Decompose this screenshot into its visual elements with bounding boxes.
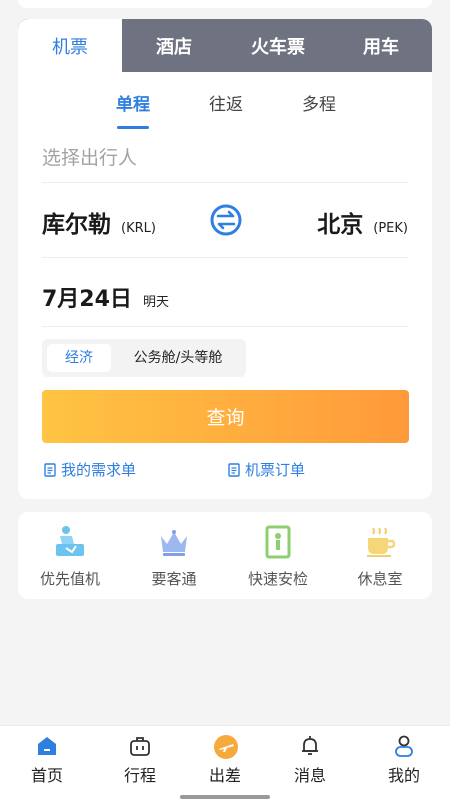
divider bbox=[42, 257, 408, 258]
tab-flight[interactable]: 机票 bbox=[18, 19, 122, 72]
my-requests-label: 我的需求单 bbox=[61, 461, 137, 479]
my-requests-link[interactable]: 我的需求单 bbox=[44, 459, 136, 480]
crown-icon bbox=[156, 524, 192, 560]
service-lounge[interactable]: 休息室 bbox=[335, 524, 425, 589]
nav-home[interactable]: 首页 bbox=[12, 734, 82, 786]
cabin-business-first[interactable]: 公务舱/头等舱 bbox=[118, 344, 238, 372]
tab-hotel[interactable]: 酒店 bbox=[122, 19, 226, 72]
nav-label: 行程 bbox=[123, 766, 156, 785]
home-indicator bbox=[180, 795, 270, 799]
tab-multi-city[interactable]: 多程 bbox=[289, 90, 349, 115]
arrival-city[interactable]: 北京 (PEK) bbox=[317, 205, 408, 239]
airport-services-card: 优先值机 要客通 快速安检 休息室 bbox=[18, 512, 432, 599]
suitcase-icon bbox=[128, 734, 152, 758]
nav-label: 消息 bbox=[293, 766, 326, 785]
document-icon bbox=[228, 462, 240, 477]
swap-cities-icon[interactable] bbox=[209, 203, 243, 237]
flight-orders-link[interactable]: 机票订单 bbox=[228, 459, 305, 480]
cabin-economy[interactable]: 经济 bbox=[47, 344, 111, 372]
nav-profile[interactable]: 我的 bbox=[369, 734, 439, 786]
passenger-selector[interactable]: 选择出行人 bbox=[42, 143, 137, 170]
service-label: 休息室 bbox=[357, 570, 403, 588]
cabin-class-toggle: 经济 公务舱/头等舱 bbox=[42, 339, 246, 377]
date-relative: 明天 bbox=[143, 295, 170, 310]
airplane-icon bbox=[213, 734, 238, 759]
bottom-navigation: 首页 行程 出差 消息 我的 bbox=[0, 725, 450, 800]
service-vip[interactable]: 要客通 bbox=[129, 524, 219, 589]
nav-label: 我的 bbox=[387, 766, 420, 785]
flight-orders-label: 机票订单 bbox=[245, 461, 306, 479]
coffee-cup-icon bbox=[362, 524, 398, 560]
nav-label: 首页 bbox=[30, 766, 63, 785]
tab-one-way[interactable]: 单程 bbox=[103, 90, 163, 115]
tab-round-trip[interactable]: 往返 bbox=[196, 90, 256, 115]
user-icon bbox=[392, 734, 416, 758]
security-gate-icon bbox=[260, 524, 296, 560]
home-icon bbox=[35, 734, 59, 758]
nav-messages[interactable]: 消息 bbox=[275, 734, 345, 786]
tab-car[interactable]: 用车 bbox=[330, 19, 432, 72]
departure-city[interactable]: 库尔勒 (KRL) bbox=[42, 205, 156, 239]
nav-label: 出差 bbox=[208, 766, 241, 785]
tab-train[interactable]: 火车票 bbox=[226, 19, 330, 72]
departure-date[interactable]: 7月24日 明天 bbox=[42, 281, 169, 313]
nav-trips[interactable]: 行程 bbox=[105, 734, 175, 786]
checkin-counter-icon bbox=[52, 524, 88, 560]
service-fast-security[interactable]: 快速安检 bbox=[233, 524, 323, 589]
arrival-city-code: (PEK) bbox=[373, 221, 408, 236]
active-tab-indicator bbox=[117, 126, 149, 129]
service-label: 要客通 bbox=[151, 570, 197, 588]
departure-city-code: (KRL) bbox=[121, 221, 156, 236]
nav-business-travel[interactable]: 出差 bbox=[190, 734, 260, 786]
document-icon bbox=[44, 462, 56, 477]
service-priority-checkin[interactable]: 优先值机 bbox=[25, 524, 115, 589]
flight-booking-card: 机票 酒店 火车票 用车 单程 往返 多程 选择出行人 库尔勒 (KRL) 北京… bbox=[18, 19, 432, 499]
divider bbox=[42, 326, 408, 327]
divider bbox=[42, 182, 408, 183]
arrival-city-name: 北京 bbox=[317, 212, 364, 238]
search-button[interactable]: 查询 bbox=[42, 390, 409, 443]
service-tab-bar: 机票 酒店 火车票 用车 bbox=[18, 19, 432, 72]
service-label: 优先值机 bbox=[39, 570, 100, 588]
top-card-edge bbox=[18, 0, 432, 8]
bell-icon bbox=[298, 734, 322, 758]
service-label: 快速安检 bbox=[247, 570, 308, 588]
date-value: 7月24日 bbox=[42, 287, 132, 312]
departure-city-name: 库尔勒 bbox=[42, 212, 111, 238]
trip-type-tabs: 单程 往返 多程 bbox=[18, 72, 432, 132]
